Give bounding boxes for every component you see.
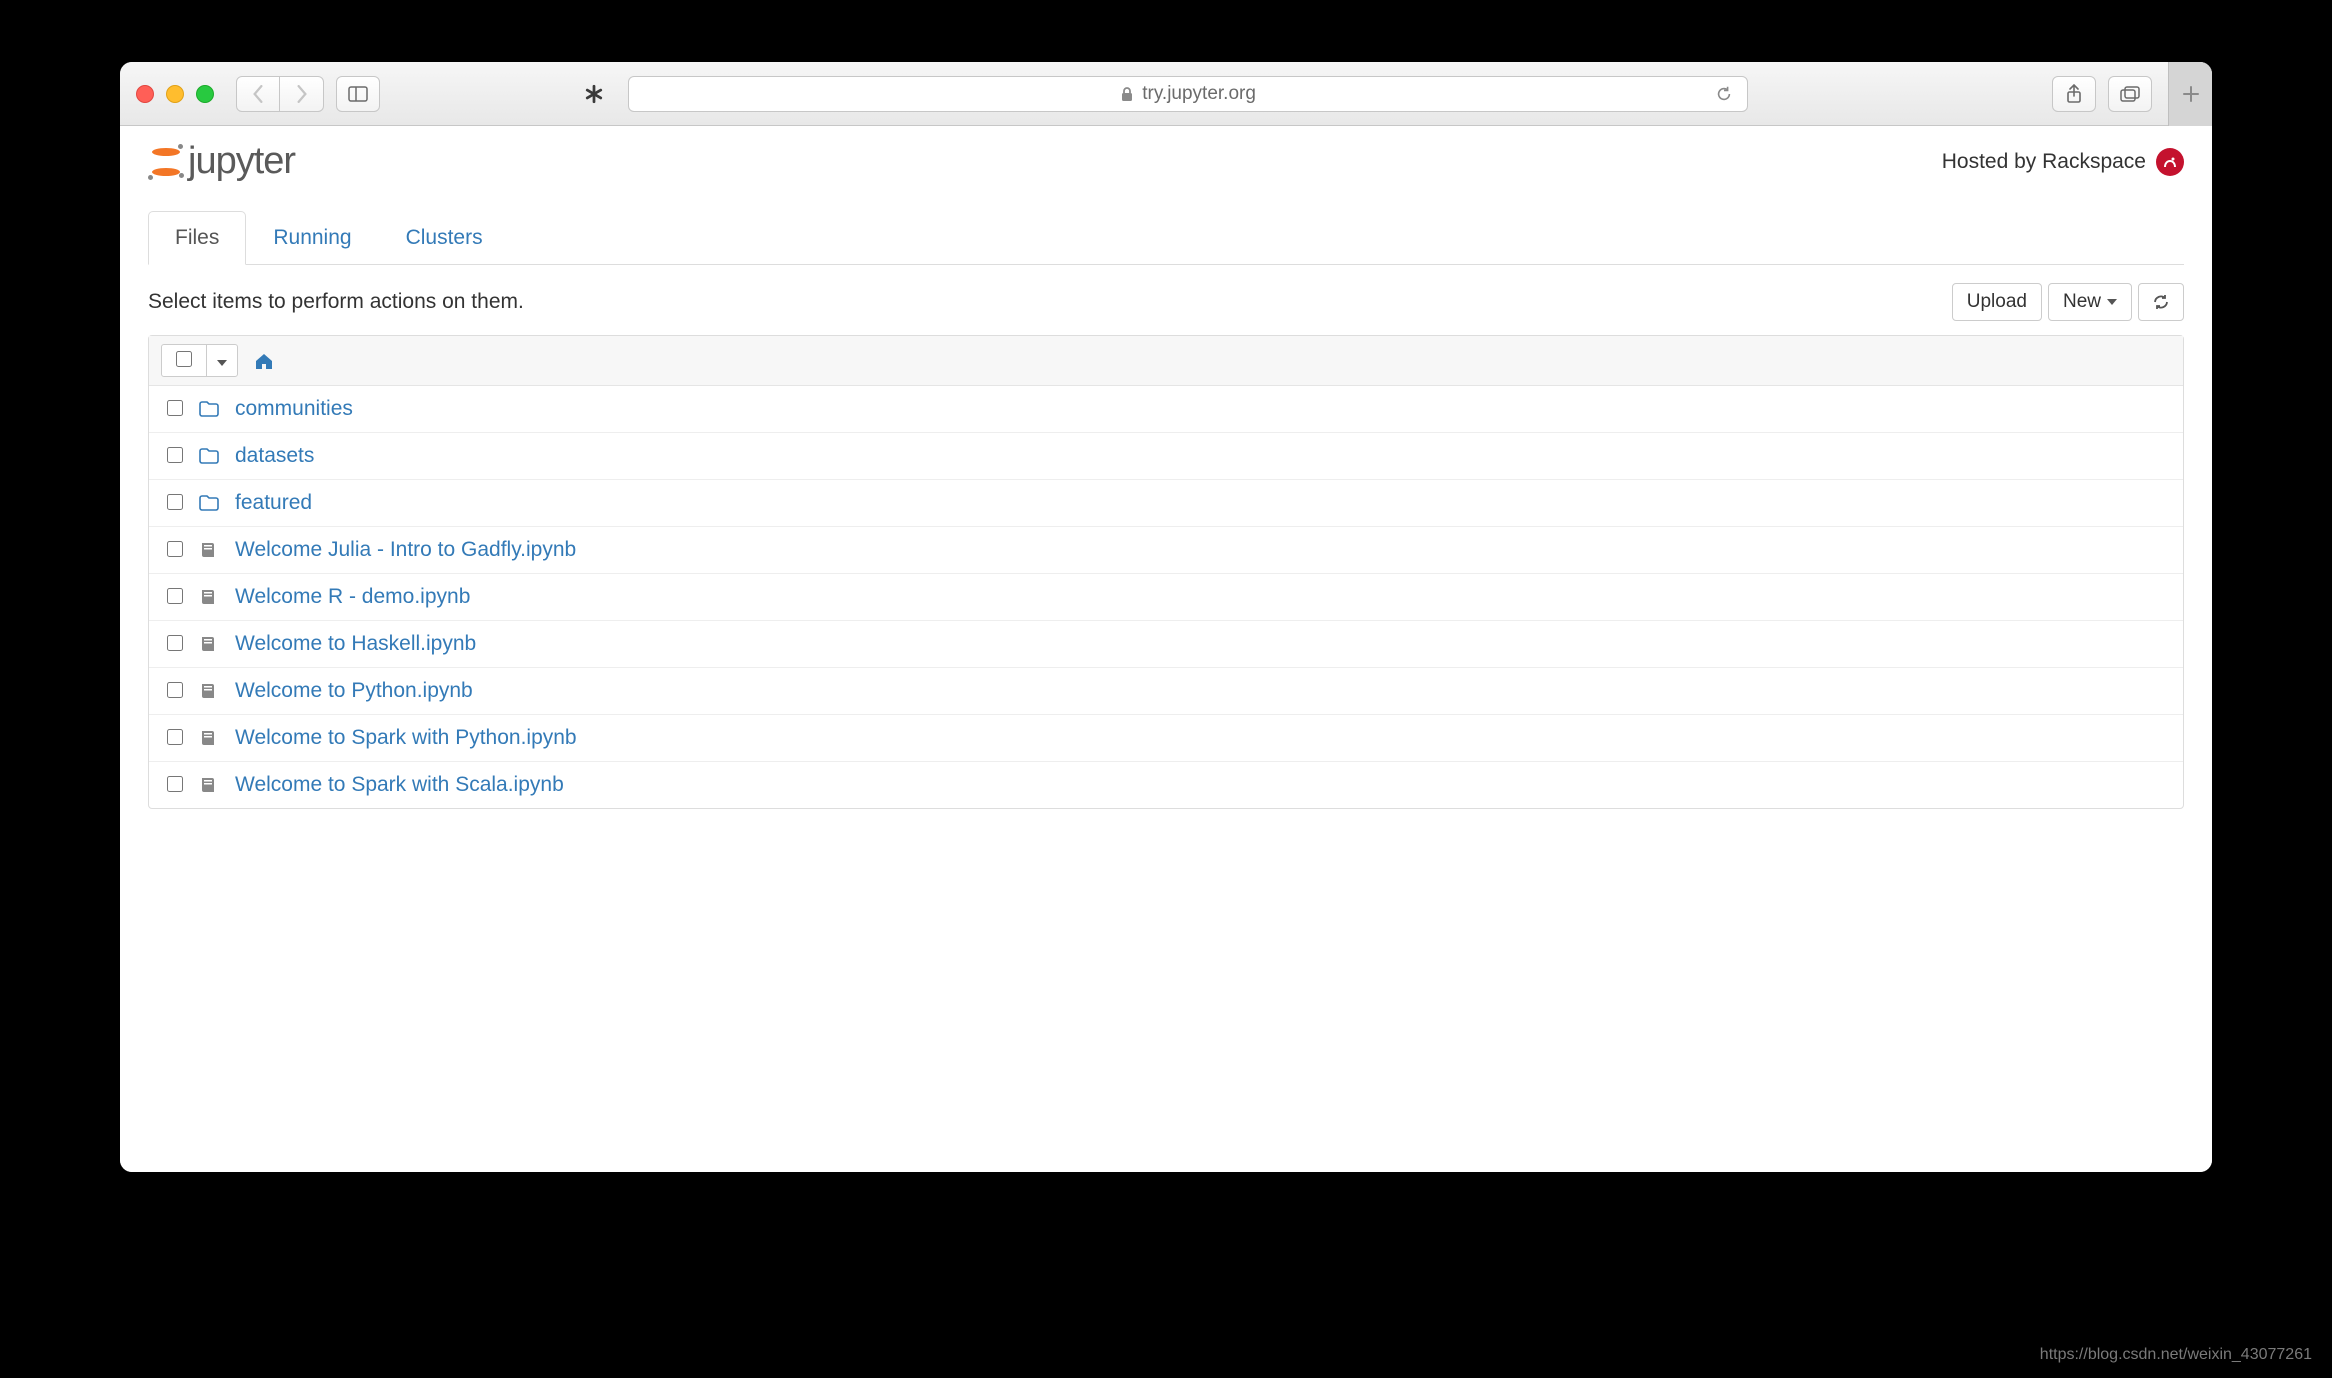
item-link[interactable]: Welcome to Spark with Scala.ipynb [235, 773, 564, 797]
reload-button[interactable] [1715, 85, 1733, 103]
folder-icon [199, 401, 219, 417]
tabs-button[interactable] [2108, 76, 2152, 112]
item-link[interactable]: communities [235, 397, 353, 421]
chevron-right-icon [295, 85, 309, 103]
reload-icon [1715, 85, 1733, 103]
list-item: Welcome to Spark with Scala.ipynb [149, 761, 2183, 808]
item-checkbox[interactable] [167, 588, 183, 604]
upload-button[interactable]: Upload [1952, 283, 2042, 321]
notebook-icon [199, 635, 219, 653]
share-icon [2066, 84, 2082, 104]
notebook-icon [199, 729, 219, 747]
item-link[interactable]: Welcome Julia - Intro to Gadfly.ipynb [235, 538, 576, 562]
jupyter-logo[interactable]: jupyter [148, 140, 295, 183]
list-item: featured [149, 479, 2183, 526]
window-maximize-button[interactable] [196, 85, 214, 103]
new-button[interactable]: New [2048, 283, 2132, 321]
item-checkbox[interactable] [167, 635, 183, 651]
tabs-icon [2120, 86, 2140, 102]
watermark: https://blog.csdn.net/weixin_43077261 [2040, 1346, 2312, 1364]
list-item: Welcome to Haskell.ipynb [149, 620, 2183, 667]
page-content: jupyter Hosted by Rackspace Files Runnin… [120, 126, 2212, 1172]
chevron-left-icon [251, 85, 265, 103]
notebook-icon [199, 541, 219, 559]
item-link[interactable]: Welcome to Haskell.ipynb [235, 632, 476, 656]
select-all-checkbox[interactable] [176, 351, 192, 367]
refresh-icon [2153, 294, 2169, 310]
address-bar[interactable]: try.jupyter.org [628, 76, 1749, 112]
new-label: New [2063, 291, 2101, 313]
tab-bar: Files Running Clusters [148, 211, 2184, 265]
list-item: Welcome Julia - Intro to Gadfly.ipynb [149, 526, 2183, 573]
item-link[interactable]: featured [235, 491, 312, 515]
list-item: datasets [149, 432, 2183, 479]
selection-hint: Select items to perform actions on them. [148, 290, 524, 314]
chevron-down-icon [2107, 299, 2117, 305]
main-container: Files Running Clusters Select items to p… [120, 193, 2212, 827]
tab-files[interactable]: Files [148, 211, 246, 265]
hosted-by: Hosted by Rackspace [1942, 148, 2184, 176]
back-button[interactable] [236, 76, 280, 112]
notebook-icon [199, 776, 219, 794]
folder-icon [199, 448, 219, 464]
window-controls [136, 85, 214, 103]
jupyter-mark-icon [148, 144, 184, 180]
browser-window: try.jupyter.org jupyter [120, 62, 2212, 1172]
rackspace-icon [2156, 148, 2184, 176]
share-button[interactable] [2052, 76, 2096, 112]
lock-icon [1120, 86, 1134, 102]
hosted-by-text: Hosted by Rackspace [1942, 150, 2146, 174]
url-text: try.jupyter.org [1142, 83, 1256, 105]
jupyter-header: jupyter Hosted by Rackspace [120, 126, 2212, 193]
extension-button[interactable] [572, 76, 616, 112]
item-checkbox[interactable] [167, 400, 183, 416]
notebook-icon [199, 682, 219, 700]
sidebar-toggle-button[interactable] [336, 76, 380, 112]
item-link[interactable]: Welcome R - demo.ipynb [235, 585, 470, 609]
item-checkbox[interactable] [167, 776, 183, 792]
list-item: communities [149, 386, 2183, 432]
browser-toolbar: try.jupyter.org [120, 62, 2212, 126]
jupyter-logo-text: jupyter [188, 140, 295, 183]
select-all-dropdown[interactable] [161, 344, 238, 377]
item-checkbox[interactable] [167, 447, 183, 463]
item-link[interactable]: datasets [235, 444, 314, 468]
item-link[interactable]: Welcome to Spark with Python.ipynb [235, 726, 577, 750]
folder-icon [199, 495, 219, 511]
asterisk-icon [583, 83, 605, 105]
list-item: Welcome R - demo.ipynb [149, 573, 2183, 620]
window-minimize-button[interactable] [166, 85, 184, 103]
toolbar-buttons: Upload New [1952, 283, 2184, 321]
item-checkbox[interactable] [167, 682, 183, 698]
plus-icon [2182, 85, 2200, 103]
notebook-icon [199, 588, 219, 606]
forward-button[interactable] [280, 76, 324, 112]
item-checkbox[interactable] [167, 494, 183, 510]
list-header [149, 336, 2183, 386]
list-item: Welcome to Python.ipynb [149, 667, 2183, 714]
item-checkbox[interactable] [167, 541, 183, 557]
tab-clusters[interactable]: Clusters [379, 211, 510, 265]
toolbar: Select items to perform actions on them.… [148, 265, 2184, 335]
home-icon [254, 352, 274, 370]
item-link[interactable]: Welcome to Python.ipynb [235, 679, 473, 703]
refresh-button[interactable] [2138, 283, 2184, 321]
list-item: Welcome to Spark with Python.ipynb [149, 714, 2183, 761]
item-checkbox[interactable] [167, 729, 183, 745]
upload-label: Upload [1967, 291, 2027, 313]
nav-buttons [236, 76, 324, 112]
chevron-down-icon [217, 360, 227, 366]
sidebar-icon [348, 86, 368, 102]
breadcrumb-home[interactable] [254, 352, 274, 370]
tab-running[interactable]: Running [246, 211, 378, 265]
window-close-button[interactable] [136, 85, 154, 103]
new-tab-button[interactable] [2168, 62, 2212, 126]
file-list: communities datasets featured Welcome Julia… [148, 335, 2184, 809]
